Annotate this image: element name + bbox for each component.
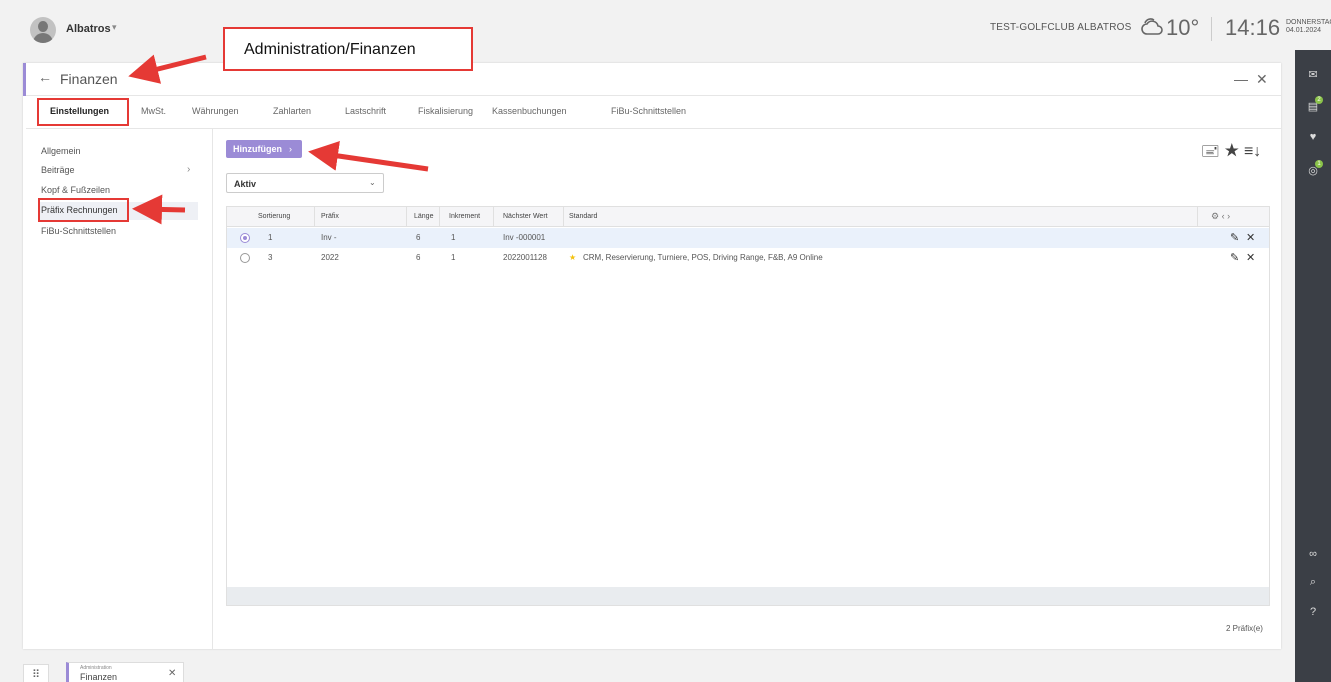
annotation-arrow [308, 141, 429, 172]
annotation-arrows [128, 54, 429, 225]
annotation-arrow [128, 54, 207, 84]
annotation-arrow [132, 194, 186, 225]
